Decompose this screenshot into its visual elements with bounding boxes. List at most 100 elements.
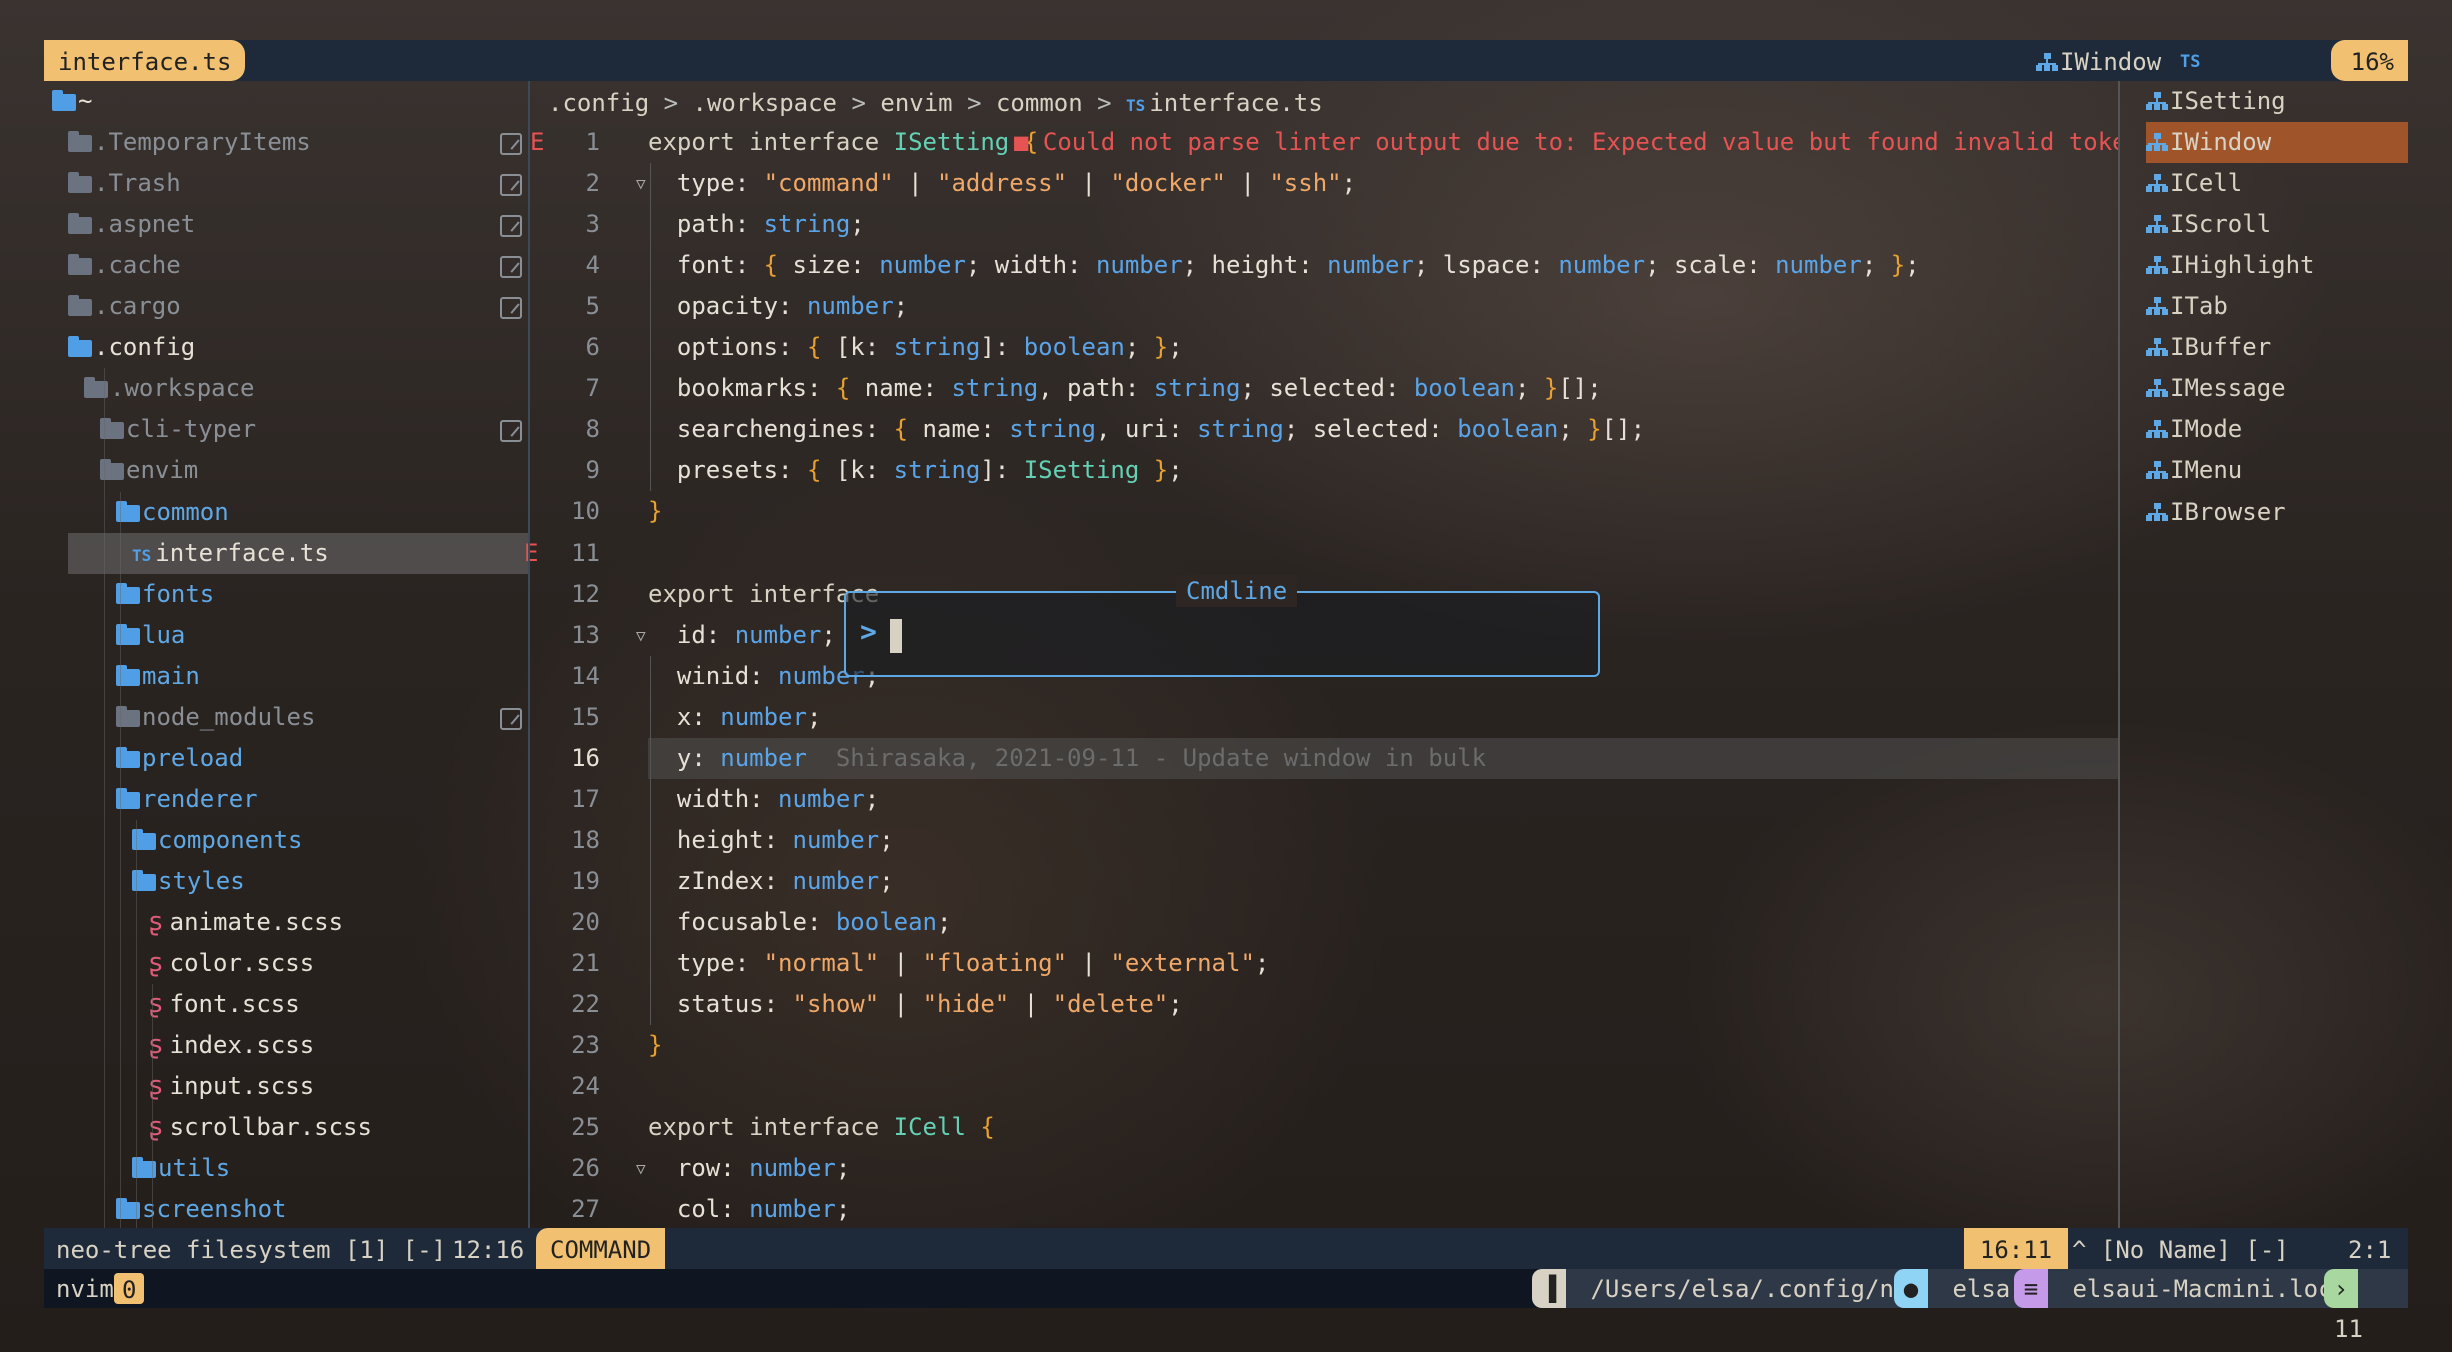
tree-row[interactable]: ʂ animate.scss — [44, 902, 528, 943]
tree-row[interactable]: renderer — [44, 779, 528, 820]
tree-item-label: .Trash — [94, 169, 181, 198]
code-line[interactable]: focusable: boolean; — [648, 902, 952, 943]
outline-item[interactable]: IMenu — [2146, 450, 2408, 491]
outline-item[interactable]: IMessage — [2146, 368, 2408, 409]
code-line[interactable]: path: string; — [648, 204, 865, 245]
code-token: "hide" — [922, 990, 1010, 1019]
fold-open-icon[interactable]: ▽ — [636, 163, 646, 204]
tmux-window-index[interactable]: 0 — [114, 1273, 145, 1304]
outline-item[interactable]: IWindow — [2146, 122, 2408, 164]
outline-item[interactable]: ITab — [2146, 286, 2408, 327]
code-line[interactable]: status: "show" | "hide" | "delete"; — [648, 984, 1183, 1025]
code-token: ; lspace: — [1413, 251, 1559, 280]
tree-row[interactable]: common — [44, 492, 528, 533]
tree-row[interactable]: styles — [44, 861, 528, 902]
code-line[interactable]: bookmarks: { name: string, path: string;… — [648, 368, 1602, 409]
breadcrumb-part[interactable]: .config — [548, 89, 649, 117]
sass-icon: ʂ — [148, 948, 164, 979]
code-token: ; — [1861, 251, 1891, 280]
breadcrumb-part[interactable]: common — [996, 89, 1083, 117]
tree-row[interactable]: preload — [44, 738, 528, 779]
tree-row[interactable]: screenshot — [44, 1189, 528, 1230]
code-token: "docker" — [1110, 169, 1226, 198]
line-number: 12 — [571, 579, 600, 608]
code-line[interactable]: options: { [k: string]: boolean; }; — [648, 327, 1183, 368]
tree-row[interactable]: .cache — [44, 245, 528, 286]
outline-item[interactable]: IMode — [2146, 409, 2408, 450]
code-line[interactable]: type: "normal" | "floating" | "external"… — [648, 943, 1269, 984]
outline-item[interactable]: IBrowser — [2146, 492, 2408, 533]
tree-row[interactable]: .cargo — [44, 286, 528, 327]
code-line[interactable]: export interface ICell { — [648, 1107, 995, 1148]
statusline: neo-tree filesystem [1] [-] 12:16 COMMAN… — [44, 1228, 2408, 1269]
ignored-icon — [500, 707, 522, 730]
code-line[interactable]: x: number; — [648, 697, 822, 738]
tree-row[interactable]: ʂ index.scss — [44, 1025, 528, 1066]
line-number: 19 — [571, 866, 600, 895]
tree-row[interactable]: ʂ font.scss — [44, 984, 528, 1025]
tree-item-label: main — [142, 661, 200, 690]
tree-row[interactable]: components — [44, 820, 528, 861]
code-line[interactable]: type: "command" | "address" | "docker" |… — [648, 163, 1356, 204]
tree-row[interactable]: node_modules — [44, 697, 528, 738]
line-number: 21 — [571, 949, 600, 977]
code-line[interactable]: presets: { [k: string]: ISetting }; — [648, 450, 1183, 491]
tree-row[interactable]: ʂ input.scss — [44, 1066, 528, 1107]
line-number: 6 — [585, 333, 600, 362]
code-line[interactable]: searchengines: { name: string, uri: stri… — [648, 409, 1645, 450]
line-number: 23 — [571, 1031, 600, 1060]
tree-row[interactable]: fonts — [44, 574, 528, 615]
tree-row[interactable]: ʂ scrollbar.scss — [44, 1107, 528, 1148]
breadcrumb-file[interactable]: interface.ts — [1149, 89, 1322, 117]
indent-guide — [120, 491, 121, 1231]
line-number: 22 — [571, 990, 600, 1019]
outline-item[interactable]: ICell — [2146, 163, 2408, 204]
code-line[interactable]: font: { size: number; width: number; hei… — [648, 245, 1920, 286]
code-line[interactable]: id: number; — [648, 615, 836, 656]
code-line[interactable]: opacity: number; — [648, 286, 908, 327]
breadcrumb-part[interactable]: envim — [880, 89, 952, 117]
tree-row[interactable]: TS interface.ts E — [68, 532, 538, 574]
outline-item[interactable]: IBuffer — [2146, 327, 2408, 368]
code-token: [k: — [821, 456, 894, 485]
code-line[interactable]: } — [648, 1025, 662, 1066]
tree-row[interactable]: .workspace — [44, 368, 528, 409]
code-line[interactable]: export interface ISetting { — [648, 122, 1038, 163]
fold-open-icon[interactable]: ▽ — [636, 1148, 646, 1189]
tree-row[interactable]: cli-typer — [44, 409, 528, 450]
code-token: ; — [821, 620, 836, 649]
code-line[interactable]: y: number Shirasaka, 2021-09-11 - Update… — [648, 738, 1486, 779]
code-token: string — [893, 456, 981, 485]
struct-icon — [2036, 53, 2058, 73]
code-line[interactable]: col: number; — [648, 1189, 850, 1230]
tree-row[interactable]: .Trash — [44, 163, 528, 204]
code-line[interactable]: zIndex: number; — [648, 861, 894, 902]
tmux-session[interactable]: nvim — [56, 1269, 114, 1308]
tree-row[interactable]: main — [44, 656, 528, 697]
outline-item[interactable]: IHighlight — [2146, 245, 2408, 286]
code-line[interactable]: height: number; — [648, 820, 894, 861]
breadcrumb-part[interactable]: .workspace — [693, 89, 838, 117]
tree-row[interactable]: envim — [44, 450, 528, 491]
cmdline-popup[interactable]: Cmdline > — [844, 575, 1600, 677]
terminal-icon: › — [2324, 1269, 2358, 1308]
outline-item[interactable]: IScroll — [2146, 204, 2408, 245]
outline-item[interactable]: ISetting — [2146, 81, 2408, 122]
line-number: 27 — [571, 1195, 600, 1224]
code-line[interactable]: } — [648, 491, 662, 532]
tree-row[interactable]: .config — [44, 327, 528, 368]
tab-active[interactable]: interface.ts — [44, 40, 246, 81]
code-token: number — [778, 784, 865, 813]
code-token: number — [1095, 251, 1183, 280]
code-line[interactable]: width: number; — [648, 779, 879, 820]
tree-row[interactable]: utils — [44, 1148, 528, 1189]
code-line[interactable]: row: number; — [648, 1148, 850, 1189]
tree-row[interactable]: lua — [44, 615, 528, 656]
cmdline-prompt-icon: > — [860, 615, 877, 648]
fold-open-icon[interactable]: ▽ — [636, 615, 646, 656]
tree-row[interactable]: ~ — [44, 81, 528, 122]
tree-row[interactable]: ʂ color.scss — [44, 943, 528, 984]
tree-row[interactable]: .TemporaryItems — [44, 122, 528, 163]
tree-item-label: .TemporaryItems — [94, 128, 311, 157]
tree-row[interactable]: .aspnet — [44, 204, 528, 245]
